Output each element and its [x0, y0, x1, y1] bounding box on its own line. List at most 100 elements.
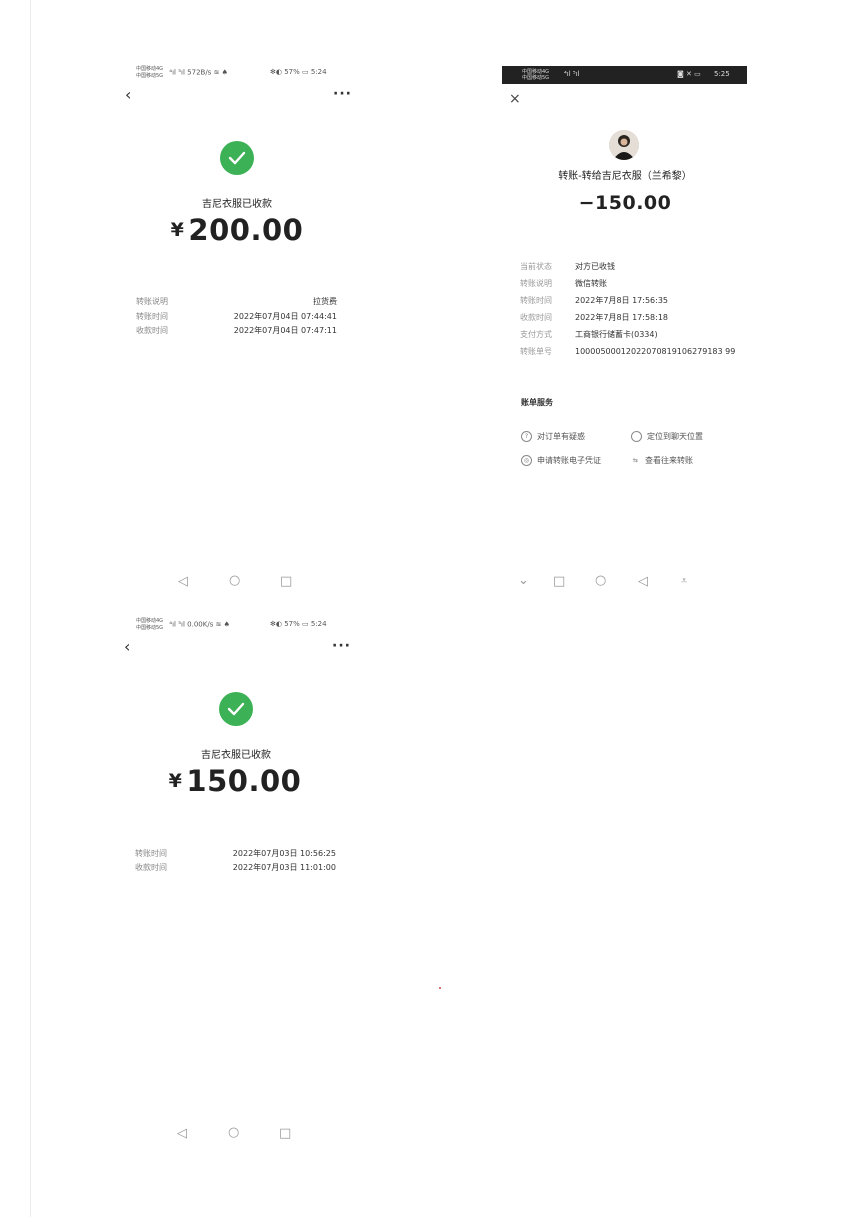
currency-symbol: ¥	[168, 770, 183, 792]
detail-value: 2022年7月8日 17:58:18	[575, 313, 669, 322]
detail-label: 转账时间	[136, 312, 168, 321]
nav-recent-icon[interactable]: □	[553, 574, 565, 589]
nav-back-icon[interactable]: ◁	[177, 1126, 187, 1141]
receipt-amount: ¥150.00	[155, 764, 315, 798]
detail-label: 收款时间	[135, 863, 167, 872]
status-bar: 中国移动4G 中国移动5G ⁴ıl ⁵ıl 572B/s ≋ ♠	[136, 66, 228, 79]
nav-recent-icon[interactable]: □	[280, 574, 292, 589]
battery-percent: 57%	[284, 68, 300, 76]
detail-label: 收款时间	[520, 313, 552, 322]
nav-back-icon[interactable]: ◁	[178, 574, 188, 589]
carrier-line-2: 中国移动5G	[136, 72, 164, 79]
detail-value: 2022年07月04日 07:44:41	[233, 312, 337, 321]
status-bar: 中国移动4G 中国移动5G ⁴ıl ⁵ıl 0.00K/s ≋ ♠	[136, 618, 230, 631]
service-view-transfers[interactable]: ⇆ 查看往来转账	[631, 455, 693, 466]
detail-label: 收款时间	[136, 326, 168, 335]
detail-label: 支付方式	[520, 330, 552, 339]
service-label: 定位到聊天位置	[647, 432, 703, 441]
signal-icon: ⁴ıl ⁵ıl	[169, 620, 185, 629]
nav-home-icon[interactable]: ○	[228, 1125, 239, 1140]
detail-value: 10000500012022070819106279183 99	[575, 347, 736, 356]
network-speed: 572B/s	[187, 68, 212, 77]
status-bar-right: ✻◐ 57% ▭ 5:24	[270, 620, 327, 628]
detail-row: 转账说明 拉货费	[136, 296, 337, 307]
chevron-left-icon: ‹	[125, 85, 132, 104]
close-button[interactable]: ×	[509, 91, 521, 107]
vibrate-icon: ✻◐	[270, 68, 282, 76]
service-order-question[interactable]: ? 对订单有疑惑	[521, 431, 585, 442]
status-bar-right: ✻◐ 57% ▭ 5:24	[270, 68, 327, 76]
carrier-line-1: 中国移动4G	[136, 66, 164, 72]
status-bar: 中国移动4G 中国移动5G ⁴ıl ⁵ıl ◙ ✕ ▭ 5:25	[502, 66, 747, 84]
detail-label: 转账时间	[520, 296, 552, 305]
clock: 5:24	[310, 620, 327, 628]
vibrate-icon: ✻◐	[270, 620, 282, 628]
back-button[interactable]: ‹	[125, 85, 131, 104]
detail-value: 2022年07月04日 07:47:11	[233, 326, 337, 335]
nav-down-icon[interactable]: ⌄	[518, 573, 529, 588]
nav-back-icon[interactable]: ◁	[638, 574, 648, 589]
carrier-line-1: 中国移动4G	[136, 618, 164, 624]
battery-percent: 57%	[284, 620, 300, 628]
nav-dock-icon[interactable]: ⩡	[681, 574, 687, 588]
detail-value: 2022年07月03日 11:01:00	[232, 863, 336, 872]
page-edge-line	[30, 0, 31, 1217]
detail-row: 当前状态 对方已收钱	[520, 261, 615, 272]
clock: 5:24	[310, 68, 327, 76]
detail-row: 收款时间 2022年07月04日 07:47:11	[136, 325, 337, 336]
carrier-line-2: 中国移动5G	[136, 624, 164, 631]
detail-row: 支付方式 工商银行储蓄卡(0334)	[520, 329, 658, 340]
detail-label: 转账说明	[136, 297, 168, 306]
question-circle-icon: ?	[521, 431, 532, 442]
detail-row: 转账时间 2022年7月8日 17:56:35	[520, 295, 668, 306]
service-label: 对订单有疑惑	[537, 432, 585, 441]
certificate-icon: ◎	[521, 455, 532, 466]
notification-icons: ≋ ♠	[213, 68, 228, 77]
detail-row: 转账单号 10000500012022070819106279183 99	[520, 346, 735, 357]
more-button[interactable]: ···	[332, 638, 351, 654]
transfer-amount: −150.00	[578, 192, 672, 214]
receipt-title: 吉尼衣服已收款	[202, 199, 272, 210]
avatar	[609, 130, 639, 160]
more-button[interactable]: ···	[333, 86, 352, 102]
detail-value: 微信转账	[575, 279, 607, 288]
nav-home-icon[interactable]: ○	[229, 573, 240, 588]
chat-bubble-icon	[631, 431, 642, 442]
detail-row: 转账说明 微信转账	[520, 278, 607, 289]
notification-icons: ≋ ♠	[215, 620, 230, 629]
chevron-left-icon: ‹	[124, 637, 131, 656]
detail-row: 收款时间 2022年07月03日 11:01:00	[135, 862, 336, 873]
swap-icon: ⇆	[632, 457, 639, 464]
carrier-line-2: 中国移动5G	[522, 75, 550, 81]
check-circle-icon	[220, 141, 254, 175]
battery-icon: ▭	[302, 68, 309, 76]
detail-value: 工商银行储蓄卡(0334)	[575, 330, 658, 339]
detail-row: 收款时间 2022年7月8日 17:58:18	[520, 312, 668, 323]
detail-value: 2022年7月8日 17:56:35	[575, 296, 669, 305]
battery-icon: ▭	[302, 620, 309, 628]
service-label: 查看往来转账	[645, 456, 693, 465]
signal-icon: ⁴ıl ⁵ıl	[564, 70, 580, 78]
detail-label: 转账单号	[520, 347, 552, 356]
service-locate-chat[interactable]: 定位到聊天位置	[631, 431, 703, 442]
receipt-title: 吉尼衣服已收款	[201, 750, 271, 761]
back-button[interactable]: ‹	[124, 637, 130, 656]
detail-value: 对方已收钱	[575, 262, 615, 271]
clock: 5:25	[714, 70, 730, 78]
detail-row: 转账时间 2022年07月03日 10:56:25	[135, 848, 336, 859]
detail-label: 转账说明	[520, 279, 552, 288]
detail-value: 拉货费	[313, 297, 337, 306]
service-request-voucher[interactable]: ◎ 申请转账电子凭证	[521, 455, 601, 466]
nav-recent-icon[interactable]: □	[279, 1126, 291, 1141]
receipt-amount: ¥200.00	[157, 213, 317, 247]
amount-value: 200.00	[188, 213, 304, 247]
signal-icon: ⁴ıl ⁵ıl	[169, 68, 185, 77]
currency-symbol: ¥	[170, 219, 185, 241]
network-speed: 0.00K/s	[187, 620, 214, 629]
service-section-title: 账单服务	[521, 398, 553, 407]
amount-value: 150.00	[186, 764, 302, 798]
detail-label: 转账时间	[135, 849, 167, 858]
scan-speck	[439, 987, 441, 989]
service-label: 申请转账电子凭证	[537, 456, 601, 465]
nav-home-icon[interactable]: ○	[595, 573, 606, 588]
